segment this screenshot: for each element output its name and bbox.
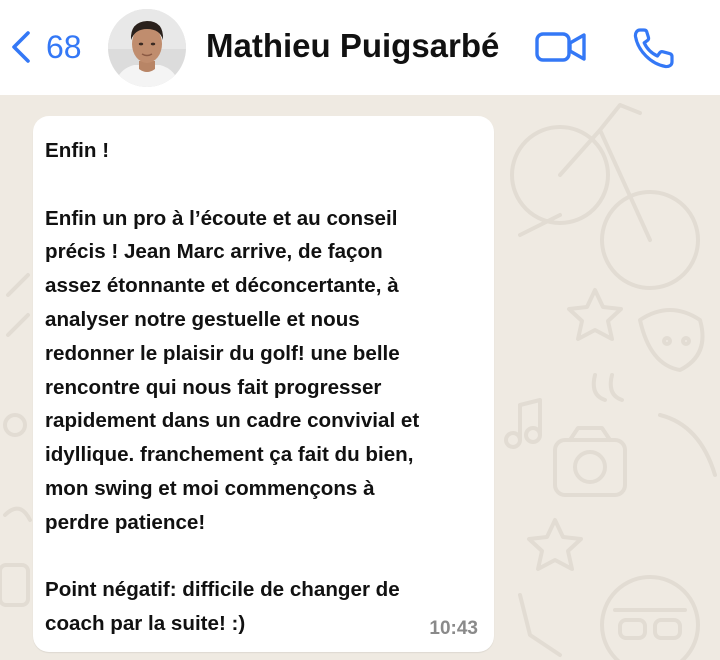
chat-area: Enfin ! Enfin un pro à l’écoute et au con…: [0, 95, 720, 660]
unread-count: 68: [46, 28, 82, 65]
contact-name[interactable]: Mathieu Puigsarbé: [206, 27, 499, 65]
message-paragraph: Enfin !: [45, 139, 110, 162]
chat-header: 68 Mathieu Puigsarbé: [0, 0, 720, 95]
phone-call-icon[interactable]: [632, 26, 678, 70]
avatar[interactable]: [108, 9, 186, 87]
video-call-icon[interactable]: [534, 28, 588, 66]
message-text: Enfin ! Enfin un pro à l’écoute et au con…: [45, 134, 476, 641]
message-bubble[interactable]: Enfin ! Enfin un pro à l’écoute et au con…: [33, 116, 494, 652]
message-timestamp: 10:43: [429, 618, 478, 639]
chevron-left-icon: [12, 31, 30, 63]
back-button[interactable]: 68: [8, 24, 82, 70]
message-paragraph: Enfin un pro à l’écoute et au conseil pr…: [45, 206, 420, 534]
message-paragraph: Point négatif: difficile de changer de c…: [45, 578, 400, 636]
